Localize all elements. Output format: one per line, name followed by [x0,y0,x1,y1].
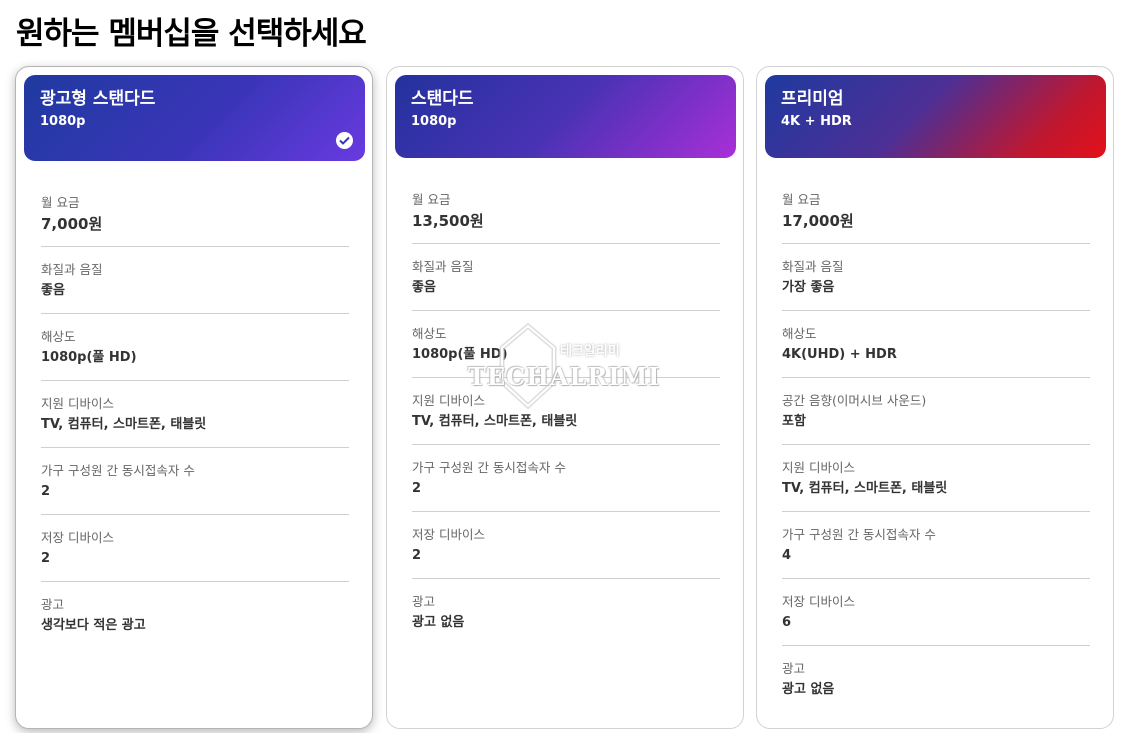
plan-cards: 광고형 스탠다드 1080p 월 요금 7,000원 화질과 음질 좋음 해상도… [15,66,1115,733]
detail-value: TV, 컴퓨터, 스마트폰, 태블릿 [41,417,207,432]
detail-label: 저장 디바이스 [41,530,114,545]
detail-row: 지원 디바이스 TV, 컴퓨터, 스마트폰, 태블릿 [41,381,349,448]
detail-row: 화질과 음질 가장 좋음 [782,244,1090,311]
detail-row: 가구 구성원 간 동시접속자 수 2 [412,445,720,512]
detail-value: 광고 없음 [412,615,465,630]
detail-label: 광고 [41,597,65,612]
plan-details: 월 요금 7,000원 화질과 음질 좋음 해상도 1080p(풀 HD) 지원… [41,180,349,649]
detail-row: 가구 구성원 간 동시접속자 수 4 [782,512,1090,579]
detail-label: 월 요금 [41,195,80,210]
page-title: 원하는 멤버십을 선택하세요 [16,16,367,52]
detail-label: 광고 [412,594,436,609]
detail-row: 월 요금 13,500원 [412,177,720,244]
detail-row: 해상도 4K(UHD) + HDR [782,311,1090,378]
detail-row: 화질과 음질 좋음 [412,244,720,311]
detail-row: 저장 디바이스 2 [41,515,349,582]
detail-row: 가구 구성원 간 동시접속자 수 2 [41,448,349,515]
detail-label: 광고 [782,661,806,676]
detail-label: 월 요금 [782,192,821,207]
detail-value: 4K(UHD) + HDR [782,347,897,362]
detail-label: 지원 디바이스 [782,460,855,475]
detail-row: 화질과 음질 좋음 [41,247,349,314]
detail-label: 가구 구성원 간 동시접속자 수 [782,527,936,542]
detail-row: 저장 디바이스 6 [782,579,1090,646]
detail-value: 13,500원 [412,212,484,230]
detail-value: 2 [41,484,51,499]
detail-label: 월 요금 [412,192,451,207]
detail-row: 해상도 1080p(풀 HD) [412,311,720,378]
detail-label: 가구 구성원 간 동시접속자 수 [412,460,566,475]
detail-label: 화질과 음질 [412,259,474,274]
detail-label: 화질과 음질 [41,262,103,277]
detail-row: 광고 광고 없음 [782,646,1090,713]
detail-label: 지원 디바이스 [41,396,114,411]
detail-row: 지원 디바이스 TV, 컴퓨터, 스마트폰, 태블릿 [412,378,720,445]
detail-value: 좋음 [412,280,436,295]
detail-row: 공간 음향(이머시브 사운드) 포함 [782,378,1090,445]
plan-header: 스탠다드 1080p [395,75,736,158]
detail-value: TV, 컴퓨터, 스마트폰, 태블릿 [412,414,578,429]
detail-label: 저장 디바이스 [412,527,485,542]
plan-details: 월 요금 17,000원 화질과 음질 가장 좋음 해상도 4K(UHD) + … [782,177,1090,713]
detail-label: 해상도 [41,329,76,344]
plan-card-standard[interactable]: 스탠다드 1080p 월 요금 13,500원 화질과 음질 좋음 해상도 10… [386,66,744,729]
check-circle-icon [336,132,353,149]
detail-value: 2 [412,481,422,496]
detail-value: 광고 없음 [782,682,835,697]
detail-label: 가구 구성원 간 동시접속자 수 [41,463,195,478]
detail-value: 좋음 [41,283,65,298]
plan-resolution: 4K + HDR [781,114,852,129]
detail-row: 해상도 1080p(풀 HD) [41,314,349,381]
detail-value: 포함 [782,414,806,429]
plan-name: 광고형 스탠다드 [40,89,156,109]
plan-resolution: 1080p [411,114,457,129]
detail-value: 가장 좋음 [782,280,835,295]
detail-label: 공간 음향(이머시브 사운드) [782,393,927,408]
detail-value: 2 [41,551,51,566]
plan-details: 월 요금 13,500원 화질과 음질 좋음 해상도 1080p(풀 HD) 지… [412,177,720,646]
plan-name: 스탠다드 [411,89,474,109]
page: 원하는 멤버십을 선택하세요 광고형 스탠다드 1080p 월 요금 7,000… [0,0,1128,733]
plan-resolution: 1080p [40,114,86,129]
detail-value: 1080p(풀 HD) [41,350,137,365]
detail-value: 17,000원 [782,212,854,230]
detail-row: 월 요금 7,000원 [41,180,349,247]
detail-value: 1080p(풀 HD) [412,347,508,362]
detail-value: 4 [782,548,792,563]
detail-row: 광고 광고 없음 [412,579,720,646]
plan-card-basic-ads[interactable]: 광고형 스탠다드 1080p 월 요금 7,000원 화질과 음질 좋음 해상도… [15,66,373,729]
plan-header: 프리미엄 4K + HDR [765,75,1106,158]
detail-row: 지원 디바이스 TV, 컴퓨터, 스마트폰, 태블릿 [782,445,1090,512]
detail-value: TV, 컴퓨터, 스마트폰, 태블릿 [782,481,948,496]
detail-row: 광고 생각보다 적은 광고 [41,582,349,649]
detail-value: 2 [412,548,422,563]
detail-row: 저장 디바이스 2 [412,512,720,579]
detail-label: 저장 디바이스 [782,594,855,609]
plan-name: 프리미엄 [781,89,844,109]
detail-label: 화질과 음질 [782,259,844,274]
detail-value: 생각보다 적은 광고 [41,618,146,633]
detail-label: 해상도 [412,326,447,341]
detail-label: 지원 디바이스 [412,393,485,408]
plan-header: 광고형 스탠다드 1080p [24,75,365,161]
detail-label: 해상도 [782,326,817,341]
detail-row: 월 요금 17,000원 [782,177,1090,244]
detail-value: 6 [782,615,792,630]
plan-card-premium[interactable]: 프리미엄 4K + HDR 월 요금 17,000원 화질과 음질 가장 좋음 … [756,66,1114,729]
detail-value: 7,000원 [41,215,103,233]
